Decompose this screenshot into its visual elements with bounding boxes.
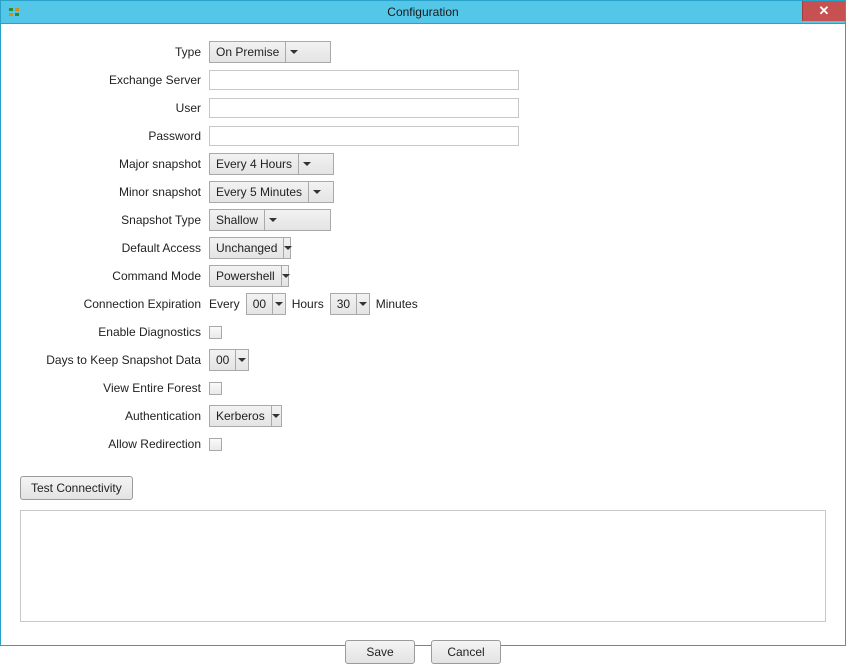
close-icon: ✕	[819, 3, 830, 19]
app-icon	[7, 5, 21, 19]
conn-exp-hours-label: Hours	[292, 297, 324, 311]
label-enable-diagnostics: Enable Diagnostics	[14, 325, 209, 339]
conn-exp-every-label: Every	[209, 297, 240, 311]
label-password: Password	[14, 129, 209, 143]
client-area: Type On Premise Exchange Server User Pas…	[2, 24, 844, 644]
label-authentication: Authentication	[14, 409, 209, 423]
footer-buttons: Save Cancel	[20, 640, 826, 664]
chevron-down-icon	[283, 238, 292, 258]
label-connection-expiration: Connection Expiration	[14, 297, 209, 311]
type-dropdown[interactable]: On Premise	[209, 41, 331, 63]
days-keep-snapshot-value: 00	[210, 350, 235, 370]
label-command-mode: Command Mode	[14, 269, 209, 283]
label-days-keep-snapshot: Days to Keep Snapshot Data	[14, 353, 209, 367]
chevron-down-icon	[264, 210, 281, 230]
output-textarea[interactable]	[20, 510, 826, 622]
chevron-down-icon	[281, 266, 290, 286]
chevron-down-icon	[272, 294, 285, 314]
password-input[interactable]	[209, 126, 519, 146]
close-button[interactable]: ✕	[802, 1, 845, 21]
user-input[interactable]	[209, 98, 519, 118]
window-title: Configuration	[1, 5, 845, 19]
label-exchange-server: Exchange Server	[14, 73, 209, 87]
command-mode-value: Powershell	[210, 266, 281, 286]
conn-exp-minutes-label: Minutes	[376, 297, 418, 311]
test-connectivity-button[interactable]: Test Connectivity	[20, 476, 133, 500]
chevron-down-icon	[298, 154, 315, 174]
minor-snapshot-value: Every 5 Minutes	[210, 182, 308, 202]
default-access-dropdown[interactable]: Unchanged	[209, 237, 291, 259]
minor-snapshot-dropdown[interactable]: Every 5 Minutes	[209, 181, 334, 203]
label-type: Type	[14, 45, 209, 59]
snapshot-type-dropdown[interactable]: Shallow	[209, 209, 331, 231]
conn-exp-minutes-dropdown[interactable]: 30	[330, 293, 370, 315]
cancel-button-label: Cancel	[447, 645, 484, 659]
conn-exp-hours-value: 00	[247, 294, 272, 314]
days-keep-snapshot-dropdown[interactable]: 00	[209, 349, 249, 371]
allow-redirection-checkbox[interactable]	[209, 438, 222, 451]
chevron-down-icon	[308, 182, 325, 202]
chevron-down-icon	[271, 406, 281, 426]
cancel-button[interactable]: Cancel	[431, 640, 501, 664]
chevron-down-icon	[356, 294, 369, 314]
save-button-label: Save	[366, 645, 393, 659]
config-form: Type On Premise Exchange Server User Pas…	[14, 40, 826, 456]
exchange-server-input[interactable]	[209, 70, 519, 90]
authentication-value: Kerberos	[210, 406, 271, 426]
label-view-entire-forest: View Entire Forest	[14, 381, 209, 395]
titlebar: Configuration ✕	[1, 1, 845, 24]
label-user: User	[14, 101, 209, 115]
command-mode-dropdown[interactable]: Powershell	[209, 265, 289, 287]
test-connectivity-label: Test Connectivity	[31, 481, 122, 495]
chevron-down-icon	[285, 42, 302, 62]
label-default-access: Default Access	[14, 241, 209, 255]
snapshot-type-value: Shallow	[210, 210, 264, 230]
label-snapshot-type: Snapshot Type	[14, 213, 209, 227]
default-access-value: Unchanged	[210, 238, 283, 258]
conn-exp-hours-dropdown[interactable]: 00	[246, 293, 286, 315]
authentication-dropdown[interactable]: Kerberos	[209, 405, 282, 427]
enable-diagnostics-checkbox[interactable]	[209, 326, 222, 339]
conn-exp-minutes-value: 30	[331, 294, 356, 314]
chevron-down-icon	[235, 350, 248, 370]
view-entire-forest-checkbox[interactable]	[209, 382, 222, 395]
configuration-window: Configuration ✕ Type On Premise Exchange…	[0, 0, 846, 646]
label-allow-redirection: Allow Redirection	[14, 437, 209, 451]
label-major-snapshot: Major snapshot	[14, 157, 209, 171]
label-minor-snapshot: Minor snapshot	[14, 185, 209, 199]
major-snapshot-dropdown[interactable]: Every 4 Hours	[209, 153, 334, 175]
type-dropdown-value: On Premise	[210, 42, 285, 62]
major-snapshot-value: Every 4 Hours	[210, 154, 298, 174]
save-button[interactable]: Save	[345, 640, 415, 664]
